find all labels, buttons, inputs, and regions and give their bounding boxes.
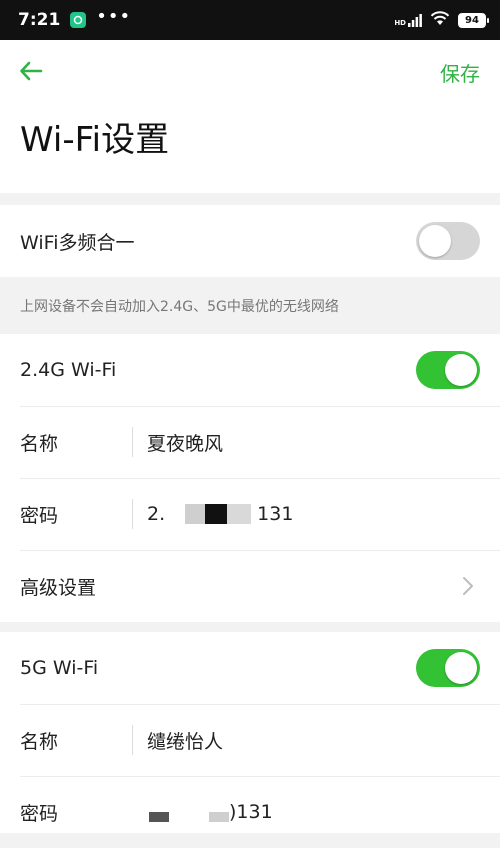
arrow-left-icon [20, 61, 43, 81]
chevron-right-icon [463, 577, 473, 595]
redaction-mask [149, 802, 229, 822]
wifi-24g-row: 2.4G Wi-Fi [0, 334, 500, 406]
toggle-knob [419, 225, 451, 257]
advanced-settings-label: 高级设置 [20, 576, 97, 599]
wifi-5g-toggle[interactable] [416, 649, 480, 687]
band-merge-card: WiFi多频合一 [0, 205, 500, 277]
band-merge-toggle[interactable] [416, 222, 480, 260]
password-visible-start: 2. [147, 503, 166, 525]
signal-icon: HD [394, 13, 422, 27]
wifi-5g-name-input[interactable]: 缱绻怡人 [133, 727, 223, 754]
wifi-5g-password-label: 密码 [20, 802, 59, 825]
hd-label: HD [394, 18, 406, 27]
wifi-5g-name-row[interactable]: 名称 缱绻怡人 [0, 704, 500, 776]
status-left: 7:21 ••• [18, 6, 132, 31]
wifi-5g-name-label: 名称 [20, 730, 59, 753]
page-title: Wi-Fi设置 [20, 120, 170, 160]
wifi-24g-name-input[interactable]: 夏夜晚风 [133, 429, 223, 456]
save-button[interactable]: 保存 [440, 58, 480, 87]
wifi-24g-toggle[interactable] [416, 351, 480, 389]
wifi-24g-password-label: 密码 [20, 504, 59, 527]
page-header: 保存 Wi-Fi设置 [0, 40, 500, 193]
wifi-5g-row: 5G Wi-Fi [0, 632, 500, 704]
band-merge-label: WiFi多频合一 [20, 231, 135, 254]
wifi-5g-password-input[interactable]: )131 [133, 801, 273, 823]
redaction-mask [185, 504, 252, 524]
status-time: 7:21 [18, 10, 61, 30]
wifi-icon [430, 10, 450, 30]
wifi-24g-password-input[interactable]: 2. 131 [133, 503, 293, 525]
wifi-24g-label: 2.4G Wi-Fi [20, 359, 117, 381]
band-merge-row: WiFi多频合一 [0, 205, 500, 277]
band-merge-hint: 上网设备不会自动加入2.4G、5G中最优的无线网络 [20, 298, 339, 315]
back-button[interactable] [16, 56, 46, 86]
wifi-5g-password-row[interactable]: 密码 )131 [0, 776, 500, 848]
password-visible-end: )131 [229, 801, 273, 823]
toggle-knob [445, 354, 477, 386]
wifi-24g-name-label: 名称 [20, 432, 59, 455]
wechat-notification-icon [70, 12, 87, 28]
status-bar: 7:21 ••• HD 94 [0, 0, 500, 40]
wifi-5g-card: 5G Wi-Fi 名称 缱绻怡人 密码 )131 [0, 632, 500, 833]
wifi-24g-name-row[interactable]: 名称 夏夜晚风 [0, 406, 500, 478]
password-visible-end: 131 [257, 503, 294, 525]
wifi-5g-label: 5G Wi-Fi [20, 657, 99, 679]
battery-icon: 94 [458, 12, 489, 28]
wifi-24g-password-row[interactable]: 密码 2. 131 [0, 478, 500, 550]
wifi-24g-advanced-row[interactable]: 高级设置 [0, 550, 500, 622]
more-notifications-icon: ••• [96, 6, 132, 27]
status-right: HD 94 [394, 10, 489, 30]
wifi-24g-card: 2.4G Wi-Fi 名称 夏夜晚风 密码 2. 131 高级设置 [0, 334, 500, 622]
toggle-knob [445, 652, 477, 684]
